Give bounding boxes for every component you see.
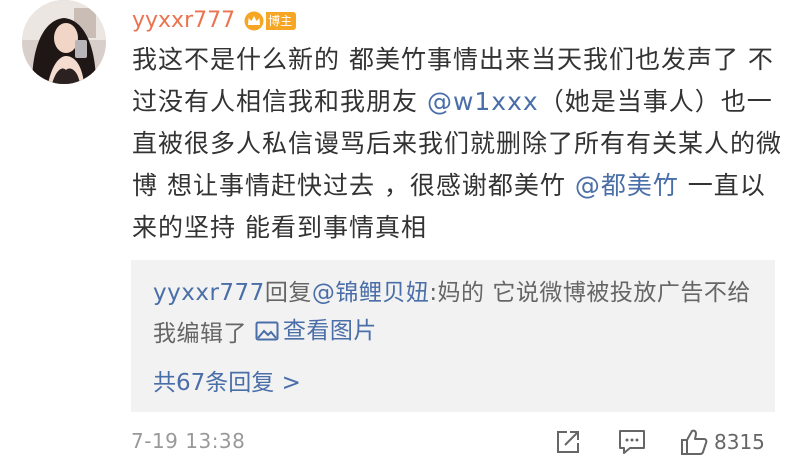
- avatar-image: [22, 0, 106, 84]
- blogger-badge: 博主: [243, 11, 297, 31]
- reply-target-mention[interactable]: @锦鲤贝妞: [312, 280, 430, 306]
- reply-connector: 回复: [264, 280, 312, 306]
- comment-icon: [619, 430, 645, 454]
- comment-footer: 7-19 13:38 8315: [131, 425, 781, 459]
- crown-icon: [244, 11, 264, 31]
- mention-link[interactable]: @w1xxx: [427, 87, 539, 116]
- avatar[interactable]: [22, 0, 106, 84]
- comment-text: 我这不是什么新的 都美竹事情出来当天我们也发声了 不过没有人相信我和我朋友 @w…: [132, 39, 787, 249]
- image-icon: [255, 321, 279, 341]
- view-image-label: 查看图片: [282, 318, 377, 344]
- comment-button[interactable]: [618, 425, 646, 459]
- reply-username[interactable]: yyxxr777: [153, 280, 265, 306]
- view-image-link[interactable]: 查看图片: [255, 312, 377, 350]
- mention-link[interactable]: @都美竹: [575, 171, 679, 200]
- timestamp: 7-19 13:38: [131, 429, 246, 453]
- reply-text: yyxxr777回复@锦鲤贝妞:妈的 它说微博被投放广告不给我编辑了 查看图片: [153, 274, 768, 353]
- like-count: 8315: [714, 430, 765, 454]
- share-button[interactable]: [555, 425, 581, 459]
- share-icon: [557, 431, 579, 453]
- like-button[interactable]: 8315: [680, 425, 765, 459]
- thumbs-up-icon: [681, 429, 708, 455]
- badge-label: 博主: [266, 12, 297, 30]
- reply-preview[interactable]: yyxxr777回复@锦鲤贝妞:妈的 它说微博被投放广告不给我编辑了 查看图片 …: [131, 260, 775, 412]
- comment-header: yyxxr777 博主: [132, 6, 297, 36]
- comment-card: yyxxr777 博主 我这不是什么新的 都美竹事情出来当天我们也发声了 不过没…: [0, 0, 800, 471]
- more-replies-link[interactable]: 共67条回复 >: [153, 364, 301, 402]
- username[interactable]: yyxxr777: [132, 6, 235, 36]
